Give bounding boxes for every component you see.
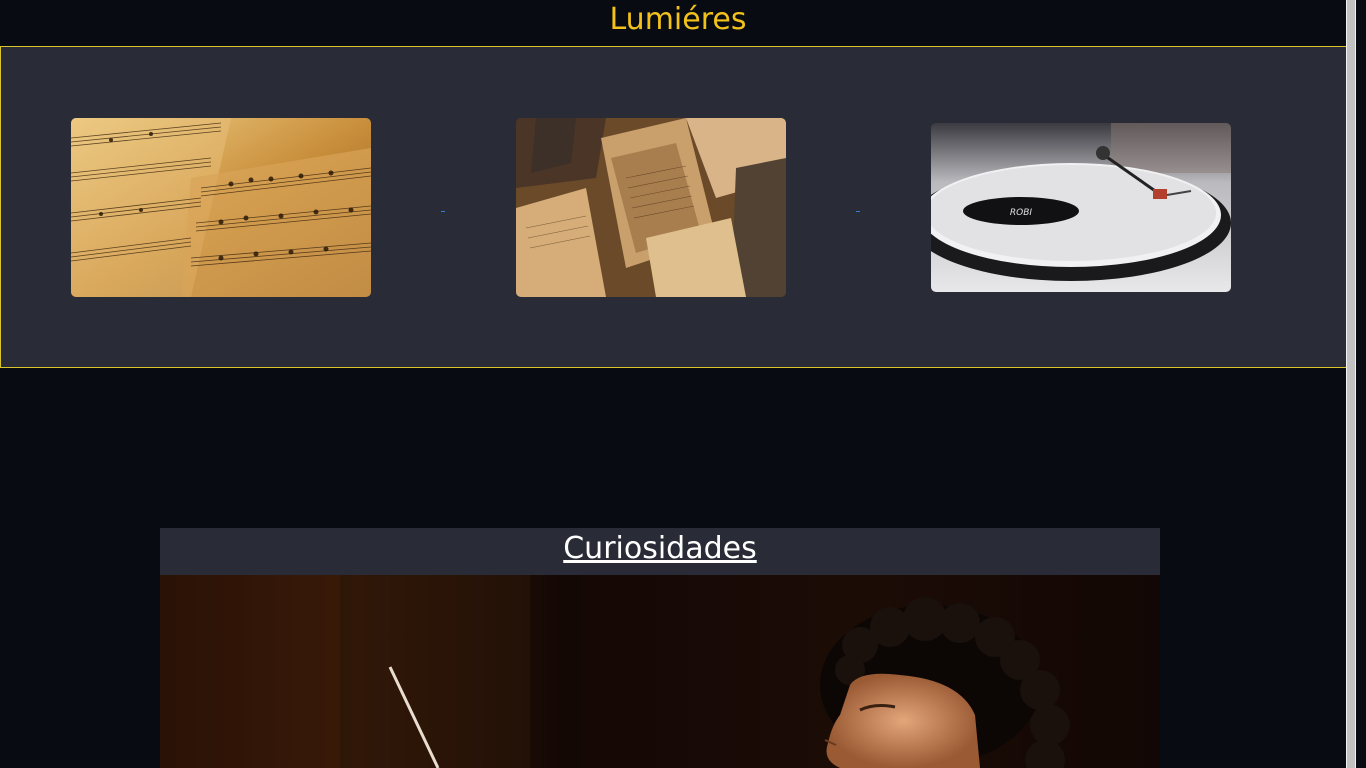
curiosities-header: Curiosidades [160,528,1160,575]
curiosities-title[interactable]: Curiosidades [563,528,757,570]
sheet-music-image [71,118,371,297]
image-gallery: ROBI [0,46,1356,368]
gallery-separator-link[interactable] [441,203,445,212]
curiosities-section: Curiosidades [160,528,1160,768]
old-manuscripts-image [516,118,786,297]
scrollbar-thumb[interactable] [1347,0,1355,768]
site-title: Lumiéres [609,2,747,37]
vinyl-turntable-link[interactable]: ROBI [931,123,1231,292]
old-manuscripts-link[interactable] [516,118,786,297]
gallery-separator-link[interactable] [856,203,860,212]
vinyl-turntable-image: ROBI [931,123,1231,292]
conductor-image [160,575,1160,768]
svg-text:ROBI: ROBI [1010,208,1033,218]
page: Lumiéres ROBI Curiosidades [0,0,1356,768]
scrollbar[interactable] [1346,0,1356,768]
sheet-music-link[interactable] [71,118,371,297]
